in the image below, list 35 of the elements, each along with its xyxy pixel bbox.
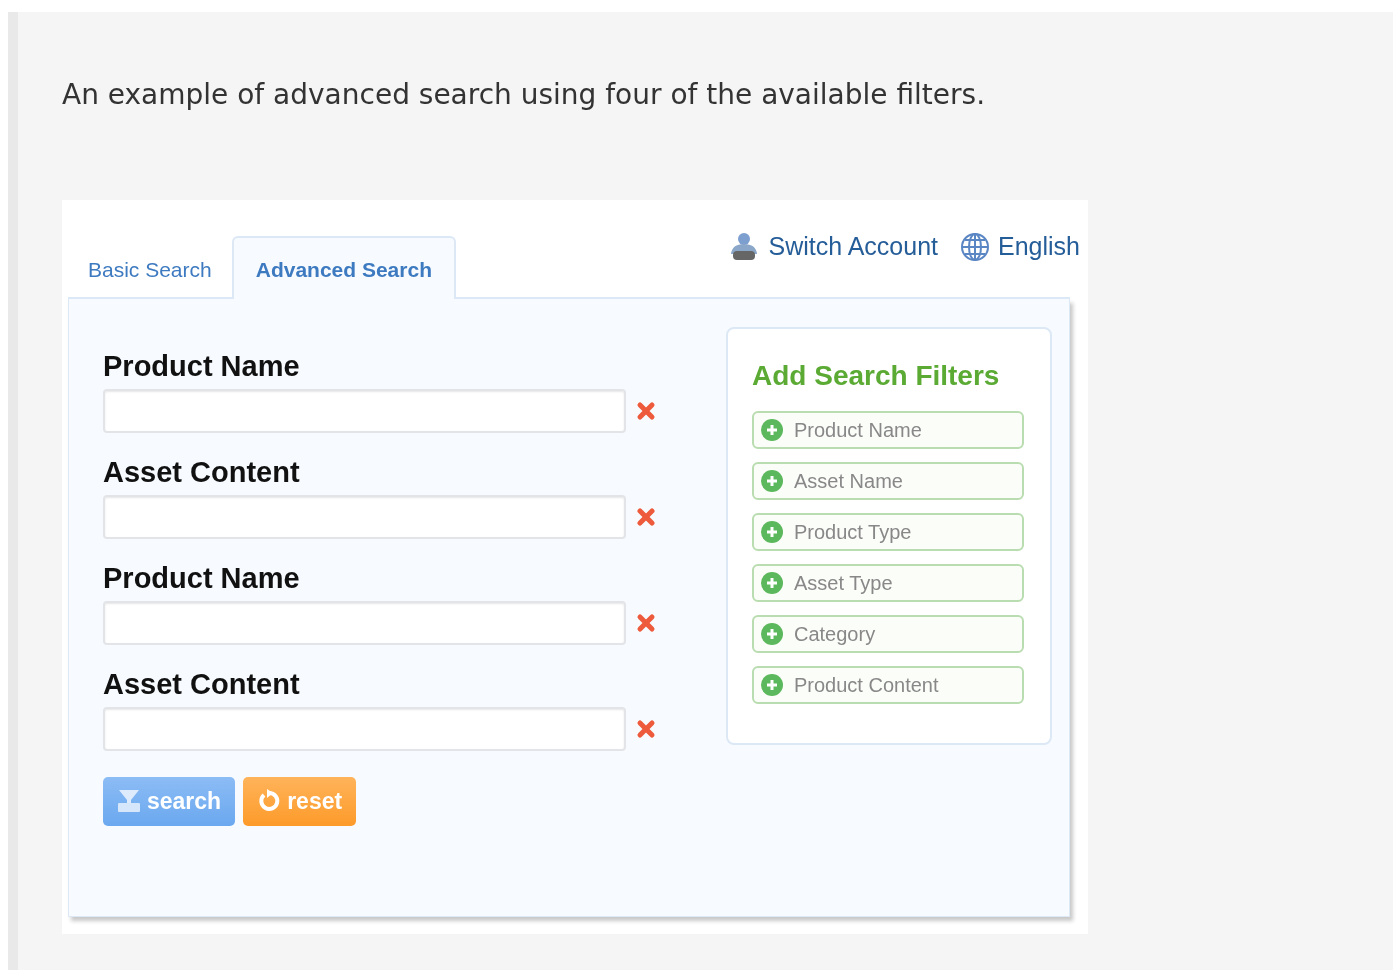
filter-button[interactable]: Category — [752, 614, 1024, 653]
field-label: Asset Content — [103, 668, 301, 701]
remove-icon[interactable] — [636, 400, 656, 421]
tab[interactable]: Advanced Search — [231, 235, 456, 299]
remove-icon[interactable] — [636, 612, 656, 633]
add-icon — [760, 519, 784, 544]
input-field[interactable] — [103, 600, 626, 645]
tab[interactable]: Basic Search — [68, 241, 232, 299]
globe-icon — [960, 231, 990, 262]
input-field[interactable] — [103, 388, 626, 433]
panel-title: Add Search Filters — [752, 359, 1001, 393]
remove-icon[interactable] — [636, 718, 656, 739]
filter-button[interactable]: Product Type — [752, 512, 1024, 551]
input-field[interactable] — [103, 494, 626, 539]
filter-button[interactable]: Asset Name — [752, 461, 1024, 500]
reset-button[interactable]: reset — [243, 776, 357, 826]
caption: An example of advanced search using four of the available filters. — [62, 77, 987, 113]
field-label: Asset Content — [103, 456, 301, 489]
account-link[interactable]: Switch Account — [728, 228, 938, 266]
reset-icon — [257, 789, 282, 814]
field-label: Product Name — [103, 351, 301, 383]
add-icon — [760, 570, 784, 595]
field-label: Product Name — [103, 562, 301, 595]
add-icon — [760, 468, 784, 493]
input-field[interactable] — [103, 706, 626, 751]
filter-button[interactable]: Asset Type — [752, 563, 1024, 602]
filter-button[interactable]: Product Name — [752, 410, 1024, 449]
language-link[interactable]: English — [960, 228, 1080, 266]
add-icon — [760, 672, 784, 697]
funnel-icon — [117, 789, 141, 814]
search-button[interactable]: search — [103, 776, 236, 826]
add-icon — [760, 417, 784, 442]
add-icon — [760, 621, 784, 646]
filter-button[interactable]: Product Content — [752, 665, 1024, 704]
remove-icon[interactable] — [636, 506, 656, 527]
